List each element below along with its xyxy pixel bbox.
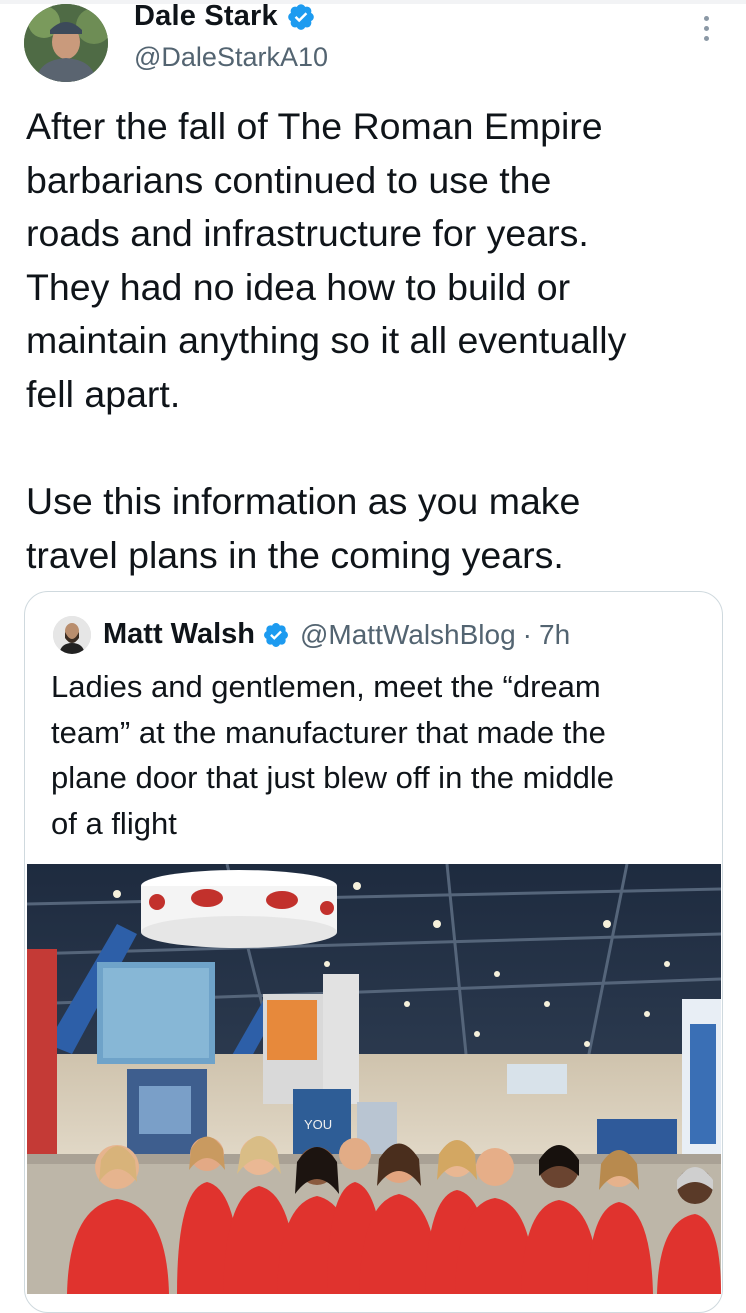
- quoted-media-image[interactable]: YOU: [27, 864, 721, 1294]
- tweet-text: After the fall of The Roman Empire barba…: [26, 105, 627, 576]
- quoted-author-handle[interactable]: @MattWalshBlog: [300, 619, 516, 651]
- author-name[interactable]: Dale Stark: [134, 0, 278, 33]
- author-avatar[interactable]: [24, 4, 108, 82]
- quoted-avatar-image: [53, 616, 91, 654]
- verified-badge-icon: [264, 622, 288, 647]
- media-photo: YOU: [27, 864, 721, 1294]
- quoted-tweet-card[interactable]: Matt Walsh @MattWalshBlog · 7h Ladies an…: [24, 591, 723, 1313]
- booth-sign-text: YOU: [304, 1117, 332, 1132]
- avatar-image: [24, 4, 108, 82]
- quoted-timestamp[interactable]: 7h: [539, 619, 570, 651]
- quoted-tweet-text: Ladies and gentlemen, meet the “dream te…: [51, 669, 614, 841]
- more-options-icon[interactable]: [696, 16, 716, 50]
- quoted-author-avatar: [53, 616, 91, 654]
- verified-badge-icon: [288, 3, 314, 30]
- quoted-tweet-header: Matt Walsh @MattWalshBlog · 7h: [103, 618, 570, 651]
- author-name-row: Dale Stark: [134, 0, 316, 33]
- top-divider: [0, 0, 746, 4]
- separator-dot: ·: [522, 618, 532, 650]
- author-handle[interactable]: @DaleStarkA10: [134, 42, 328, 73]
- quoted-author-name[interactable]: Matt Walsh: [103, 618, 255, 651]
